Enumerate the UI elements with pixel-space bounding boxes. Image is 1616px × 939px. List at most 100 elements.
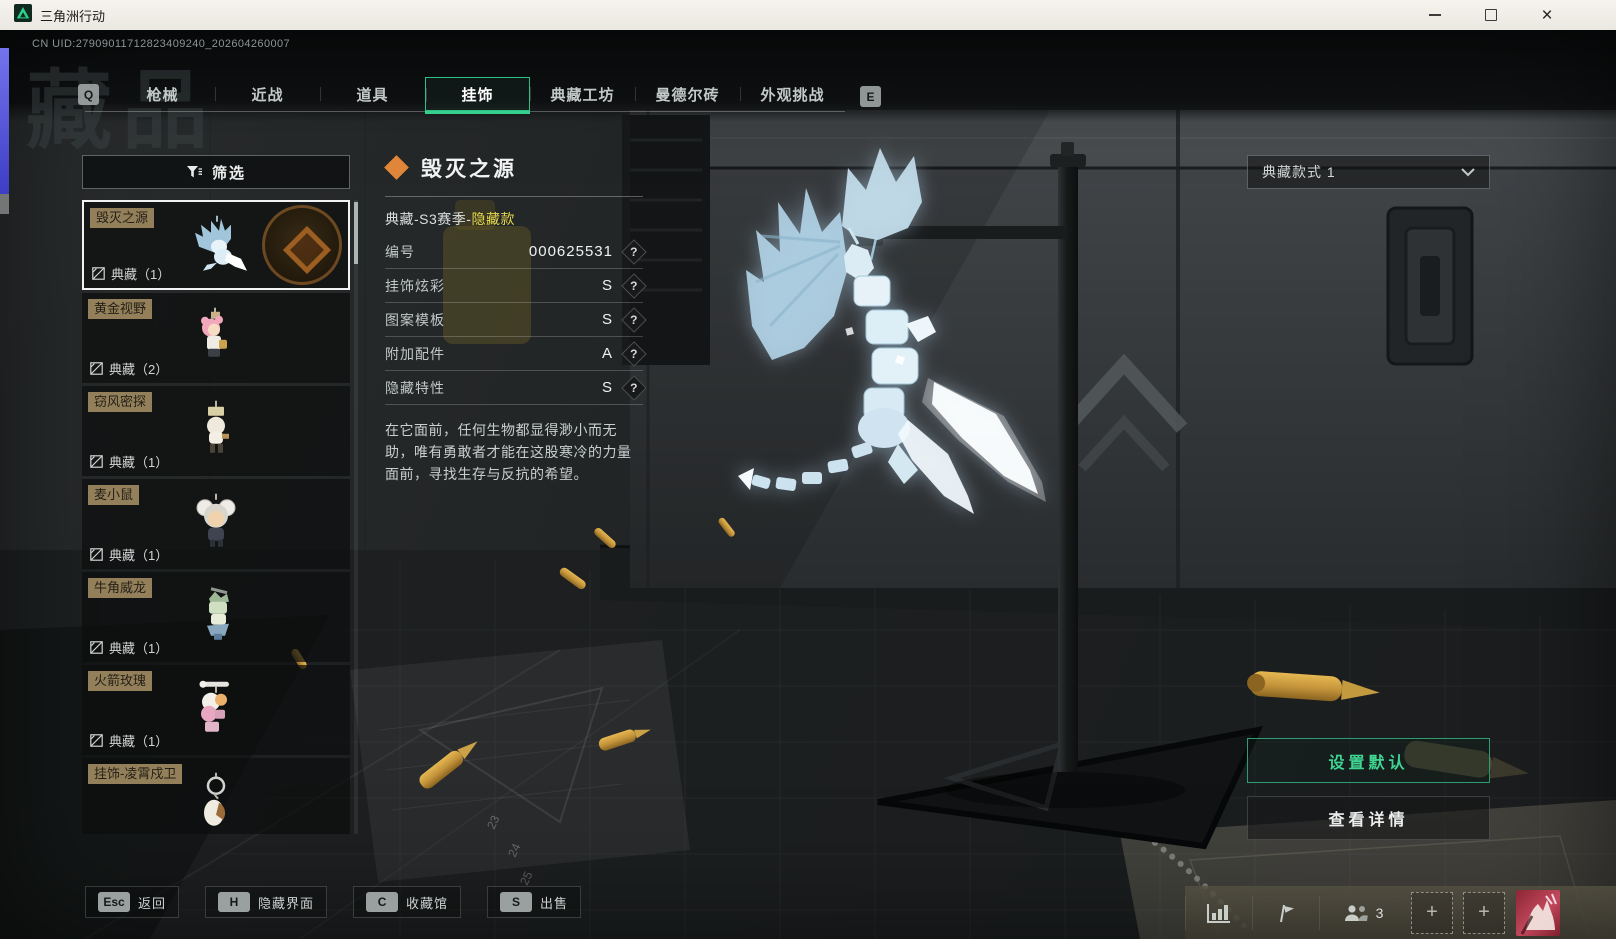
- hotkey-collection-hall[interactable]: C 收藏馆: [353, 886, 461, 918]
- collection-tag-icon: [90, 362, 103, 375]
- marker-button[interactable]: [1253, 902, 1319, 924]
- stats-button[interactable]: [1186, 902, 1252, 924]
- collection-medallion: [262, 205, 342, 285]
- background-window-edge: [0, 48, 9, 194]
- filter-funnel-icon: [186, 165, 203, 180]
- attribute-row-hidden-trait: 隐藏特性 S ?: [385, 371, 643, 405]
- hotkey-sell[interactable]: S 出售: [487, 886, 581, 918]
- list-item-golden-vision[interactable]: 黄金视野 典藏（2）: [82, 293, 350, 383]
- series-label: 典藏-S3赛季-隐藏款: [385, 209, 643, 229]
- collection-tag-icon: [90, 641, 103, 654]
- app-logo-icon: [14, 4, 32, 27]
- list-item-lingxiao-guard[interactable]: 挂饰-凌霄戍卫: [82, 758, 350, 834]
- attribute-label: 隐藏特性: [385, 378, 445, 398]
- item-count-label: 典藏（2）: [109, 359, 168, 378]
- attribute-row-accessory: 附加配件 A ?: [385, 337, 643, 371]
- minimize-button[interactable]: [1424, 4, 1446, 26]
- tab-mandel-brick[interactable]: 曼德尔砖: [635, 77, 740, 111]
- item-name-badge: 挂饰-凌霄戍卫: [88, 764, 182, 784]
- view-details-label: 查看详情: [1328, 806, 1408, 830]
- tab-collection-workshop[interactable]: 典藏工坊: [530, 77, 635, 111]
- attribute-row-pattern-template: 图案模板 S ?: [385, 303, 643, 337]
- item-count-label: 典藏（1）: [111, 264, 170, 283]
- hotkey-back[interactable]: Esc 返回: [85, 886, 179, 918]
- mat-number: 23: [484, 813, 503, 831]
- hotkey-label: 收藏馆: [406, 893, 448, 912]
- hidden-variant-label: 隐藏款: [471, 211, 515, 227]
- item-count-label: 典藏（1）: [109, 731, 168, 750]
- tab-guns[interactable]: 枪械: [110, 77, 215, 111]
- rarity-diamond-icon: [385, 156, 409, 180]
- hotkey-bar: Esc 返回 H 隐藏界面 C 收藏馆 S 出售: [85, 886, 581, 918]
- attribute-value: S: [602, 311, 613, 328]
- close-button[interactable]: ×: [1536, 4, 1558, 26]
- view-details-button[interactable]: 查看详情: [1247, 796, 1490, 840]
- people-icon: [1343, 903, 1370, 923]
- list-item-rocket-rose[interactable]: 火箭玫瑰 典藏（1）: [82, 665, 350, 755]
- item-thumbnail: [181, 771, 251, 833]
- list-item-wind-spy[interactable]: 窃风密探 典藏（1）: [82, 386, 350, 476]
- list-item-destruction-source[interactable]: 毁灭之源 典藏（1）: [82, 200, 350, 290]
- attribute-label: 图案模板: [385, 310, 445, 330]
- filter-button[interactable]: 筛选: [82, 155, 350, 189]
- empty-squad-slot[interactable]: +: [1411, 892, 1453, 934]
- tab-appearance-challenge[interactable]: 外观挑战: [740, 77, 845, 111]
- status-toolbar: 3 + +: [1185, 886, 1616, 939]
- maximize-button[interactable]: [1480, 4, 1502, 26]
- next-tab-keychip[interactable]: E: [860, 86, 881, 107]
- style-dropdown-value: 典藏款式 1: [1262, 162, 1336, 182]
- tab-bar: 枪械 近战 道具 挂饰 典藏工坊 曼德尔砖 外观挑战: [110, 77, 845, 111]
- item-thumbnail: [181, 399, 251, 461]
- collection-tag-icon: [92, 267, 105, 280]
- prev-tab-keychip[interactable]: Q: [78, 84, 99, 105]
- hotkey-label: 隐藏界面: [258, 893, 314, 912]
- team-button[interactable]: 3: [1320, 903, 1406, 923]
- item-count-label: 典藏（1）: [109, 638, 168, 657]
- charm-description: 在它面前，任何生物都显得渺小而无助，唯有勇敢者才能在这股寒冷的力量面前，寻找生存…: [385, 419, 643, 485]
- collection-tag-icon: [90, 548, 103, 561]
- window-titlebar: 三角洲行动 ×: [0, 0, 1616, 30]
- empty-squad-slot[interactable]: +: [1463, 892, 1505, 934]
- item-thumbnail: [181, 585, 251, 647]
- list-item-wheat-mouse[interactable]: 麦小鼠 典藏（1）: [82, 479, 350, 569]
- mat-number: 24: [505, 841, 524, 859]
- tab-melee[interactable]: 近战: [215, 77, 320, 111]
- h-keychip: H: [218, 892, 250, 912]
- style-dropdown[interactable]: 典藏款式 1: [1247, 155, 1490, 189]
- divider: [385, 196, 643, 197]
- hotkey-label: 返回: [138, 893, 166, 912]
- attribute-value: S: [602, 277, 613, 294]
- attribute-label: 编号: [385, 242, 415, 262]
- tab-items[interactable]: 道具: [320, 77, 425, 111]
- help-icon[interactable]: ?: [621, 375, 646, 400]
- attribute-row-serial: 编号 000625531 ?: [385, 235, 643, 269]
- game-viewport: 23 24 25 藏品 CN UID:27909011712823409240_…: [0, 30, 1616, 939]
- item-thumbnail: [181, 678, 251, 740]
- help-icon[interactable]: ?: [621, 307, 646, 332]
- item-name-badge: 毁灭之源: [90, 208, 154, 228]
- window-title: 三角洲行动: [40, 6, 105, 25]
- filter-label: 筛选: [212, 162, 246, 183]
- item-name-badge: 麦小鼠: [88, 485, 139, 505]
- tab-charms[interactable]: 挂饰: [425, 77, 530, 111]
- attribute-label: 挂饰炫彩: [385, 276, 445, 296]
- hotkey-hide-ui[interactable]: H 隐藏界面: [205, 886, 327, 918]
- help-icon[interactable]: ?: [621, 341, 646, 366]
- hotkey-label: 出售: [540, 893, 568, 912]
- list-item-horned-dragon[interactable]: 牛角威龙 典藏（1）: [82, 572, 350, 662]
- set-default-button[interactable]: 设置默认: [1247, 738, 1490, 783]
- scrollbar-thumb[interactable]: [354, 202, 358, 264]
- attribute-row-charm-color: 挂饰炫彩 S ?: [385, 269, 643, 303]
- help-icon[interactable]: ?: [621, 239, 646, 264]
- item-count-label: 典藏（1）: [109, 452, 168, 471]
- charm-list: 毁灭之源 典藏（1）: [82, 200, 350, 834]
- attribute-value: A: [602, 345, 613, 362]
- c-keychip: C: [366, 892, 398, 912]
- help-icon[interactable]: ?: [621, 273, 646, 298]
- avatar-art: [1516, 890, 1560, 936]
- mat-number: 25: [517, 869, 536, 887]
- player-avatar[interactable]: [1516, 890, 1560, 936]
- uid-text: CN UID:27909011712823409240_202604260007: [32, 38, 290, 50]
- series-text: 典藏-S3赛季-: [385, 211, 471, 227]
- sidebar-scrollbar[interactable]: [354, 200, 358, 834]
